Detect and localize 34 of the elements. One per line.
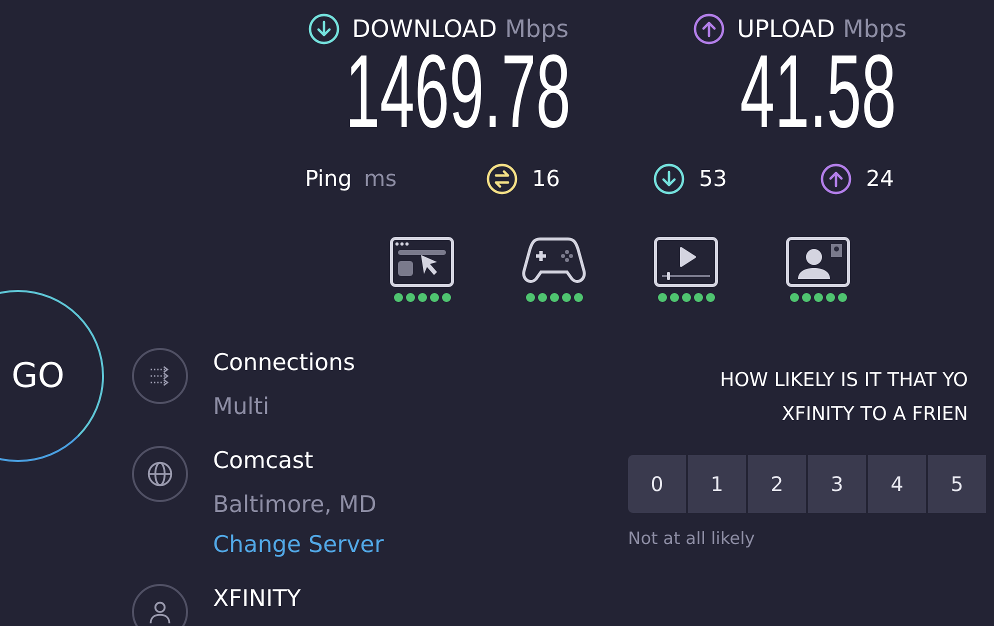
browser-cursor-icon xyxy=(390,237,454,287)
rating-option[interactable]: 1 xyxy=(688,455,746,513)
info-title: Connections xyxy=(213,349,356,378)
rating-option[interactable]: 0 xyxy=(628,455,686,513)
info-title: Comcast xyxy=(213,447,314,476)
rating-option[interactable]: 2 xyxy=(748,455,806,513)
info-subtitle: Baltimore, MD xyxy=(213,491,378,520)
speed-unit: Mbps xyxy=(504,15,569,43)
speed-label: DOWNLOAD xyxy=(352,15,497,43)
speed-label: UPLOAD xyxy=(737,15,835,43)
change-server-link[interactable]: Change Server xyxy=(213,528,384,562)
person-video-icon xyxy=(786,237,850,287)
go-button[interactable]: GO xyxy=(0,290,104,462)
person-icon xyxy=(132,584,188,626)
ping-value: 53 xyxy=(699,166,727,192)
arrows-icon xyxy=(132,348,188,404)
video-player-icon xyxy=(654,237,718,287)
speed-value: 1469.78 xyxy=(345,46,571,138)
ping-value: 16 xyxy=(532,166,560,192)
globe-icon xyxy=(132,446,188,502)
survey-question: XFINITY TO A FRIEN xyxy=(782,402,968,427)
info-title: XFINITY xyxy=(213,585,301,614)
survey-question: HOW LIKELY IS IT THAT YO xyxy=(720,368,968,393)
scale-low-label: Not at all likely xyxy=(628,529,756,549)
rating-option[interactable]: 3 xyxy=(808,455,866,513)
speed-unit: Mbps xyxy=(842,15,907,43)
info-subtitle: Multi xyxy=(213,393,270,422)
ping-label: Ping xyxy=(305,166,352,192)
rating-option[interactable]: 5 xyxy=(928,455,986,513)
rating-option[interactable]: 4 xyxy=(868,455,926,513)
ping-value: 24 xyxy=(866,166,894,192)
ping-unit: ms xyxy=(364,166,397,192)
swap-arrows-icon xyxy=(486,163,518,195)
speed-value: 41.58 xyxy=(740,46,896,138)
